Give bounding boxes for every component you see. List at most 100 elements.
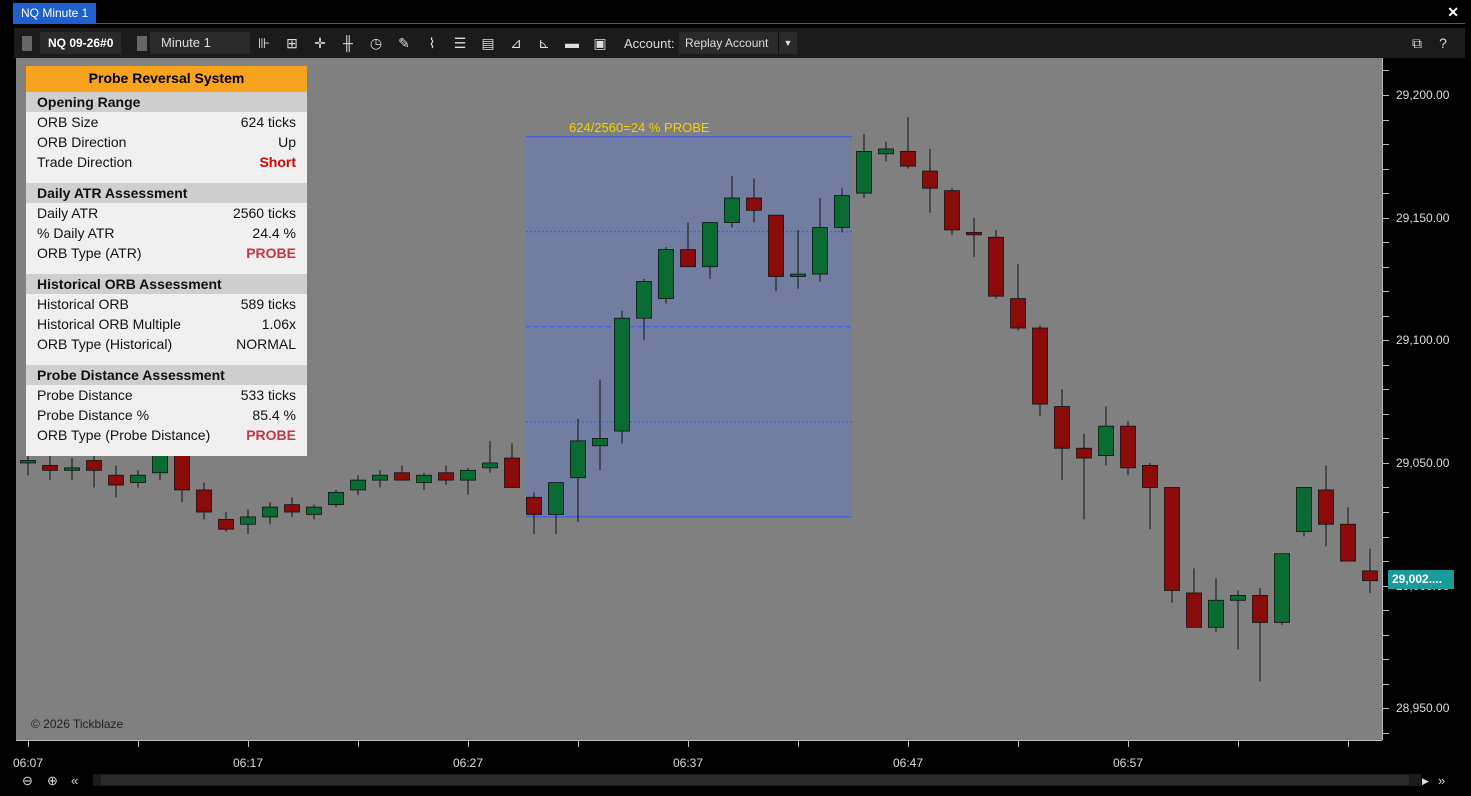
metric-row: ORB Direction Up bbox=[26, 132, 307, 152]
metric-row: Probe Distance 533 ticks bbox=[26, 385, 307, 405]
price-tick bbox=[1383, 438, 1389, 440]
metric-value: 533 ticks bbox=[240, 387, 296, 403]
panel-body: Opening Range ORB Size 624 ticks ORB Direct… bbox=[26, 92, 307, 445]
candle-body-up bbox=[240, 516, 256, 525]
close-icon[interactable]: ✕ bbox=[1447, 4, 1459, 21]
candle bbox=[1274, 553, 1290, 625]
folder-icon[interactable]: ▬ bbox=[563, 34, 581, 52]
candle-body-down bbox=[1142, 465, 1158, 488]
candle-body-down bbox=[680, 249, 696, 268]
chevron-down-icon[interactable]: ▼ bbox=[778, 32, 797, 54]
candle bbox=[394, 465, 410, 481]
section-header: Daily ATR Assessment bbox=[26, 183, 307, 203]
candle-body-up bbox=[482, 462, 498, 469]
candle bbox=[1032, 325, 1048, 417]
metric-row: % Daily ATR 24.4 % bbox=[26, 223, 307, 243]
copy-icon[interactable]: ⧉ bbox=[1408, 34, 1426, 52]
metric-value: 24.4 % bbox=[252, 225, 296, 241]
candle bbox=[372, 470, 388, 488]
metric-value: Up bbox=[278, 134, 296, 150]
time-tick-label: 06:57 bbox=[1112, 756, 1144, 770]
metric-label: Probe Distance bbox=[37, 387, 133, 403]
candle bbox=[1362, 548, 1378, 593]
metric-row: ORB Type (ATR) PROBE bbox=[26, 243, 307, 263]
axis-tool-icon[interactable]: ⊾ bbox=[535, 34, 553, 52]
indicators-icon[interactable]: ⊞ bbox=[283, 34, 301, 52]
candle bbox=[1164, 487, 1180, 603]
price-tick bbox=[1383, 168, 1389, 170]
candle bbox=[1208, 578, 1224, 633]
scroll-end-icon[interactable]: » bbox=[1438, 773, 1445, 788]
price-tick-label: 28,950.00 bbox=[1396, 701, 1450, 716]
period-link-icon[interactable] bbox=[137, 36, 147, 51]
candle-body-down bbox=[1362, 570, 1378, 582]
instrument-link-icon[interactable] bbox=[22, 36, 32, 51]
help-icon[interactable]: ? bbox=[1434, 34, 1452, 52]
candle bbox=[900, 117, 916, 169]
metric-label: Historical ORB Multiple bbox=[37, 316, 181, 332]
scroll-start-icon[interactable]: « bbox=[71, 773, 78, 788]
candle bbox=[1186, 568, 1202, 628]
metric-label: Daily ATR bbox=[37, 205, 99, 221]
candle-body-up bbox=[460, 469, 476, 481]
zoom-in-icon[interactable]: ⊕ bbox=[47, 773, 58, 789]
candle bbox=[240, 509, 256, 535]
line-tool-icon[interactable]: ⌇ bbox=[423, 34, 441, 52]
save-icon[interactable]: ▣ bbox=[591, 34, 609, 52]
candle-body-up bbox=[328, 491, 344, 506]
candle-body-up bbox=[702, 222, 718, 268]
price-axis[interactable] bbox=[1382, 58, 1471, 740]
price-tick-label: 29,150.00 bbox=[1396, 210, 1450, 225]
candle-body-up bbox=[570, 440, 586, 479]
price-tick bbox=[1383, 683, 1389, 685]
price-tick-label: 29,050.00 bbox=[1396, 455, 1450, 470]
period-selector[interactable]: Minute 1 bbox=[150, 32, 250, 54]
scrollbar-thumb[interactable] bbox=[101, 775, 1409, 785]
title-underline bbox=[13, 23, 1465, 24]
zoom-out-icon[interactable]: ⊖ bbox=[22, 773, 33, 789]
panel-title: Probe Reversal System bbox=[26, 66, 307, 92]
account-label: Account: bbox=[624, 36, 675, 51]
time-axis-line bbox=[16, 740, 1382, 741]
candle-body-down bbox=[394, 472, 410, 481]
candle bbox=[1010, 264, 1026, 331]
time-tick bbox=[798, 741, 799, 747]
candle-body-up bbox=[1230, 595, 1246, 601]
candle-body-up bbox=[130, 474, 146, 483]
price-tick bbox=[1383, 291, 1389, 293]
clock-icon[interactable]: ◷ bbox=[367, 34, 385, 52]
window-title-tab[interactable]: NQ Minute 1 bbox=[13, 3, 97, 23]
candle bbox=[1340, 507, 1356, 562]
price-tick bbox=[1383, 364, 1389, 366]
candle-body-up bbox=[350, 479, 366, 491]
trend-line-icon[interactable]: ⊿ bbox=[507, 34, 525, 52]
list-icon[interactable]: ☰ bbox=[451, 34, 469, 52]
candle bbox=[64, 458, 80, 481]
candlestick-icon[interactable]: ╫ bbox=[339, 34, 357, 52]
candle-body-up bbox=[658, 249, 674, 299]
bar-type-icon[interactable]: ⊪ bbox=[255, 34, 273, 52]
price-tick bbox=[1383, 217, 1389, 219]
metric-value: 2560 ticks bbox=[232, 205, 296, 221]
candle bbox=[1076, 433, 1092, 520]
scroll-right-icon[interactable]: ▶ bbox=[1422, 776, 1429, 787]
metric-value: Short bbox=[259, 154, 296, 170]
candle-body-up bbox=[812, 227, 828, 275]
metric-row: Historical ORB Multiple 1.06x bbox=[26, 314, 307, 334]
instrument-selector[interactable]: NQ 09-26#0 bbox=[40, 32, 122, 54]
crosshair-icon[interactable]: ✛ bbox=[311, 34, 329, 52]
account-dropdown[interactable]: Replay Account ▼ bbox=[679, 32, 797, 54]
draw-pencil-icon[interactable]: ✎ bbox=[395, 34, 413, 52]
price-tick bbox=[1383, 70, 1389, 72]
time-tick bbox=[1238, 741, 1239, 747]
candle bbox=[306, 504, 322, 520]
candle bbox=[988, 229, 1004, 299]
candle-body-up bbox=[262, 506, 278, 518]
candle-body-up bbox=[1208, 599, 1224, 628]
section-header: Historical ORB Assessment bbox=[26, 274, 307, 294]
report-icon[interactable]: ▤ bbox=[479, 34, 497, 52]
window-titlebar bbox=[0, 0, 1471, 24]
candle bbox=[856, 134, 872, 199]
